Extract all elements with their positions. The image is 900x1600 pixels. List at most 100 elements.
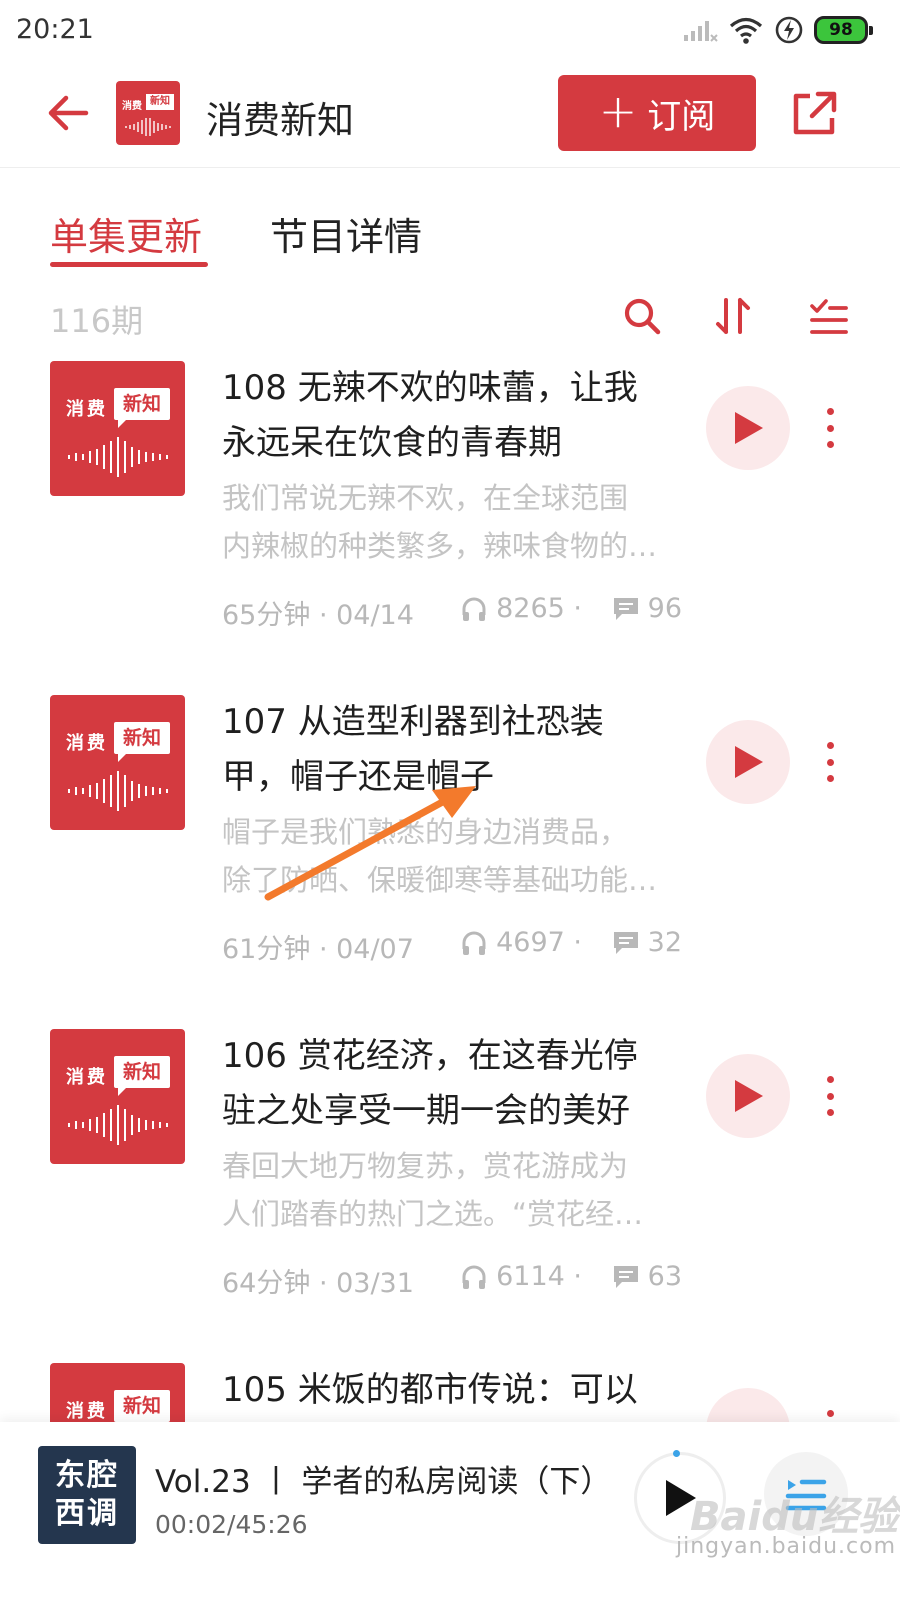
play-episode-button[interactable] [706,1054,790,1138]
play-episode-button[interactable] [706,720,790,804]
episode-description-line: 除了防晒、保暖御寒等基础功能… [222,863,658,897]
comment-count: 63 [612,1261,682,1292]
more-dot [826,775,834,782]
progress-dot [673,1450,680,1457]
watermark-url: jingyan.baidu.com [676,1534,897,1559]
play-count: 4697 · [460,927,582,958]
search-button[interactable] [620,294,664,338]
play-icon [735,412,763,444]
cover-text: 消费 [66,733,108,754]
subscribe-button[interactable]: + 订阅 [558,75,756,151]
play-episode-button[interactable] [706,386,790,470]
play-count-value: 6114 · [496,1261,582,1292]
episode-item[interactable]: 消费 新知 107 从造型利器到社恐装 甲，帽子还是帽子 帽子是我们熟悉的身边消… [0,695,900,995]
episode-description-line: 帽子是我们熟悉的身边消费品， [222,815,629,849]
list-toolbar: 116期 [0,290,900,346]
sort-icon [716,298,750,334]
tab-details[interactable]: 节目详情 [270,206,422,261]
episode-meta: 64分钟 · 03/31 6114 · 63 [222,1257,682,1299]
headphones-icon [462,1265,486,1289]
play-icon [735,746,763,778]
cover-bubble: 新知 [114,388,170,428]
episode-item[interactable]: 消费 新知 105 米饭的都市传说：可以 [0,1363,900,1423]
headphones-icon [462,597,486,621]
episode-title-line: 108 无辣不欢的味蕾，让我 [222,368,638,408]
status-icons: 98 [682,12,873,48]
sort-button[interactable] [712,294,756,338]
cover-text: 消费 [66,399,108,420]
comment-icon [613,1265,638,1288]
comment-count-value: 63 [647,1261,682,1292]
now-playing-cover: 东腔 西调 [38,1446,136,1544]
mini-player[interactable]: 东腔 西调 Vol.23 丨 学者的私房阅读（下） 00:02/45:26 Ba… [0,1422,900,1600]
comment-icon [613,931,638,954]
episode-title[interactable]: 105 米饭的都市传说：可以 [222,1363,682,1418]
active-tab-indicator [50,262,208,267]
episode-cover: 消费 新知 [50,1363,185,1423]
episode-description: 帽子是我们熟悉的身边消费品， 除了防晒、保暖御寒等基础功能… [222,808,682,904]
comment-count-value: 96 [647,593,682,624]
comment-count: 32 [612,927,682,958]
soundwave-icon [125,118,171,136]
episode-title[interactable]: 107 从造型利器到社恐装 甲，帽子还是帽子 [222,695,682,805]
more-options-button[interactable] [812,1406,848,1423]
episode-title-line: 107 从造型利器到社恐装 [222,702,604,742]
more-dot [826,1076,834,1083]
episode-description-line: 人们踏春的热门之选。“赏花经… [222,1197,644,1231]
episode-cover: 消费 新知 [50,1029,185,1164]
search-icon [624,298,661,335]
soundwave-icon [68,1105,168,1145]
more-dot [826,742,834,749]
cover-text: 消费 [66,1401,108,1422]
plus-icon: + [598,84,638,138]
episode-title-line: 甲，帽子还是帽子 [222,757,494,797]
now-playing-cover-text: 西调 [55,1496,119,1531]
now-playing-cover-text: 东腔 [55,1458,119,1493]
comment-count-value: 32 [647,927,682,958]
podcast-title: 消费新知 [206,99,354,142]
episode-description: 我们常说无辣不欢，在全球范围 内辣椒的种类繁多，辣味食物的… [222,474,682,570]
soundwave-icon [68,771,168,811]
now-playing-time: 00:02/45:26 [155,1510,308,1539]
episode-meta: 65分钟 · 04/14 8265 · 96 [222,589,682,631]
more-options-button[interactable] [812,404,848,452]
comment-icon [613,597,638,620]
episode-item[interactable]: 消费 新知 106 赏花经济，在这春光停 驻之处享受一期一会的美好 春回大地万物… [0,1029,900,1329]
episode-title-line: 永远呆在饮食的青春期 [222,423,562,463]
episode-duration-date: 61分钟 · 04/07 [222,934,414,965]
episode-cover: 消费 新知 [50,695,185,830]
play-icon [735,1080,763,1112]
episode-item[interactable]: 消费 新知 108 无辣不欢的味蕾，让我 永远呆在饮食的青春期 我们常说无辣不欢… [0,361,900,661]
episode-title-line: 105 米饭的都市传说：可以 [222,1370,638,1410]
episode-description-line: 春回大地万物复苏，赏花游成为 [222,1149,629,1183]
more-dot [826,441,834,448]
headphones-icon [462,931,486,955]
play-episode-button[interactable] [706,1388,790,1423]
wifi-icon [729,17,763,44]
back-button[interactable] [44,88,94,138]
more-dot [826,1092,834,1100]
play-count-value: 8265 · [496,593,582,624]
tab-episodes[interactable]: 单集更新 [50,206,202,261]
status-bar: 20:21 98 [0,0,900,64]
play-count-value: 4697 · [496,927,582,958]
logo-bubble: 新知 [146,94,174,110]
episode-duration-date: 65分钟 · 04/14 [222,600,414,631]
signal-icon [684,21,718,42]
episode-title[interactable]: 108 无辣不欢的味蕾，让我 永远呆在饮食的青春期 [222,361,682,471]
more-options-button[interactable] [812,738,848,786]
status-time: 20:21 [16,14,94,45]
logo-text: 消费 [122,101,142,112]
episode-title[interactable]: 106 赏花经济，在这春光停 驻之处享受一期一会的美好 [222,1029,682,1139]
share-button[interactable] [788,88,840,140]
more-dot [826,424,834,432]
charging-icon [775,16,803,44]
episode-title-line: 106 赏花经济，在这春光停 [222,1036,638,1076]
cover-bubble: 新知 [114,1390,170,1423]
more-options-button[interactable] [812,1072,848,1120]
episode-duration-date: 64分钟 · 03/31 [222,1268,414,1299]
episode-meta: 61分钟 · 04/07 4697 · 32 [222,923,682,965]
batch-select-button[interactable] [806,294,850,338]
episode-description-line: 我们常说无辣不欢，在全球范围 [222,481,629,515]
episode-count: 116期 [50,302,144,340]
